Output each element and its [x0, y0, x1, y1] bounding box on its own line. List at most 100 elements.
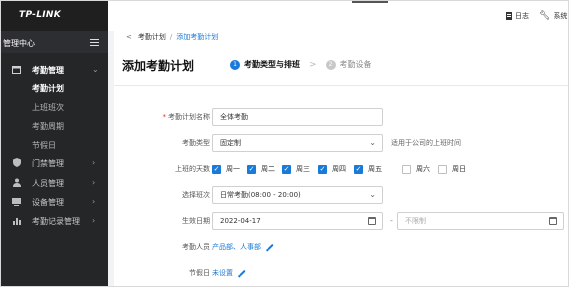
required-marker: *	[162, 113, 167, 121]
step-2-label: 考勤设备	[339, 60, 372, 69]
day-checkbox-fri[interactable]: ✓ 周五	[354, 164, 382, 174]
plan-name-value: 全体考勤	[220, 113, 248, 121]
start-date-input[interactable]: 2022-04-17	[212, 212, 383, 230]
end-date-input[interactable]: 不限制	[397, 212, 564, 230]
breadcrumb-parent[interactable]: 考勤计划	[138, 32, 166, 42]
sidebar-subitem-attendance-cycle[interactable]: 考勤周期	[32, 121, 64, 132]
sidebar-subitem-shifts[interactable]: 上班班次	[32, 102, 64, 113]
holidays-link[interactable]: 未设置	[212, 268, 246, 278]
edit-pencil-icon[interactable]	[267, 243, 274, 251]
sidebar-item-attendance[interactable]: 考勤管理 ⌄	[1, 62, 108, 78]
logo-area: TP-LINK	[1, 1, 108, 31]
effective-date-label: 生效日期	[182, 217, 210, 225]
day-label: 周日	[452, 165, 466, 173]
end-date-placeholder: 不限制	[405, 217, 426, 225]
sidebar-item-devices[interactable]: 设备管理 ›	[1, 194, 108, 210]
shift-select[interactable]: 日常考勤(08:00 - 20:00) ⌄	[212, 186, 383, 204]
breadcrumb-current: 添加考勤计划	[176, 33, 219, 41]
window-handle	[352, 1, 388, 3]
holidays-value: 未设置	[212, 269, 233, 277]
chevron-right-icon: ›	[92, 158, 96, 167]
members-label: 考勤人员	[182, 243, 210, 251]
log-label: 日志	[515, 12, 529, 20]
log-button[interactable]: 日志	[506, 11, 529, 21]
day-label: 周四	[332, 165, 346, 173]
day-checkbox-thu[interactable]: ✓ 周四	[318, 164, 346, 174]
day-checkbox-tue[interactable]: ✓ 周二	[247, 164, 275, 174]
plan-name-input[interactable]: 全体考勤	[212, 108, 383, 126]
wrench-icon: 🔧︎	[539, 10, 551, 21]
members-link[interactable]: 产品部、人事部	[212, 242, 274, 252]
top-bar: 日志 🔧︎ 系统	[108, 1, 568, 31]
shift-value: 日常考勤(08:00 - 20:00)	[220, 191, 301, 199]
day-checkbox-sun[interactable]: 周日	[438, 164, 466, 174]
device-icon	[12, 197, 21, 206]
sidebar-item-label: 设备管理	[32, 198, 64, 207]
divider	[114, 85, 568, 86]
breadcrumb-separator: /	[169, 33, 173, 41]
checkbox-checked-icon: ✓	[318, 164, 327, 174]
start-date-value: 2022-04-17	[220, 217, 261, 225]
calendar-icon[interactable]	[549, 217, 557, 225]
shield-icon	[12, 158, 21, 167]
sidebar-item-label: 人员管理	[32, 179, 64, 188]
sidebar-item-label: 门禁管理	[32, 159, 64, 168]
chevron-right-icon: ›	[92, 216, 96, 225]
chevron-right-icon: ›	[92, 197, 96, 206]
day-checkbox-sat[interactable]: 周六	[402, 164, 430, 174]
system-label: 系统	[553, 12, 568, 20]
checkbox-checked-icon: ✓	[247, 164, 256, 174]
step-1-label: 考勤类型与排班	[244, 60, 300, 69]
chevron-down-icon: ⌄	[369, 190, 376, 199]
checkbox-checked-icon: ✓	[212, 164, 221, 174]
step-1-number: 1	[230, 59, 240, 70]
management-title: 管理中心	[3, 39, 35, 48]
day-label: 周六	[416, 165, 430, 173]
members-value: 产品部、人事部	[212, 243, 261, 251]
breadcrumb: < 考勤计划 / 添加考勤计划	[126, 32, 218, 42]
chart-bars-icon	[12, 216, 21, 225]
person-icon	[12, 178, 21, 187]
checkbox-checked-icon: ✓	[282, 164, 291, 174]
sidebar-item-access-control[interactable]: 门禁管理 ›	[1, 155, 108, 171]
checkbox-unchecked-icon	[402, 164, 411, 174]
calendar-icon	[12, 65, 21, 74]
day-label: 周二	[261, 165, 275, 173]
workdays-label: 上班的天数	[175, 165, 210, 173]
chevron-right-icon: ›	[92, 178, 96, 187]
checkbox-checked-icon: ✓	[354, 164, 363, 174]
sidebar: TP-LINK 管理中心 考勤管理 ⌄ 考勤计划 上班班次 考勤周期 节假日 门…	[1, 1, 108, 286]
date-range-separator: -	[390, 216, 393, 225]
sidebar-subitem-attendance-plan[interactable]: 考勤计划	[32, 83, 64, 94]
attendance-type-select[interactable]: 固定制 ⌄	[212, 134, 383, 152]
sidebar-item-label: 考勤记录管理	[32, 217, 80, 226]
calendar-icon[interactable]	[368, 217, 376, 225]
back-icon[interactable]: <	[126, 33, 132, 41]
day-checkbox-mon[interactable]: ✓ 周一	[212, 164, 240, 174]
system-button[interactable]: 🔧︎ 系统	[539, 11, 567, 21]
sidebar-item-label: 考勤管理	[32, 66, 64, 75]
sidebar-subitem-holidays[interactable]: 节假日	[32, 140, 56, 151]
attendance-type-value: 固定制	[220, 139, 241, 147]
plan-name-label: * 考勤计划名称	[163, 112, 211, 122]
chevron-down-icon: ⌄	[369, 138, 376, 147]
sidebar-item-attendance-records[interactable]: 考勤记录管理 ›	[1, 213, 108, 229]
holidays-label: 节假日	[189, 269, 210, 277]
shift-label: 选择班次	[182, 191, 210, 199]
document-icon	[506, 12, 512, 20]
edit-pencil-icon[interactable]	[239, 269, 246, 277]
management-header: 管理中心	[1, 31, 108, 53]
form-panel: < 考勤计划 / 添加考勤计划 添加考勤计划 1 考勤类型与排班 > 2 考勤设…	[114, 31, 568, 286]
brand-logo: TP-LINK	[19, 10, 62, 20]
checkbox-unchecked-icon	[438, 164, 447, 174]
sidebar-item-personnel[interactable]: 人员管理 ›	[1, 175, 108, 191]
step-indicator: 1 考勤类型与排班 > 2 考勤设备	[230, 59, 372, 70]
attendance-type-hint: 适用于公司的上班时间	[391, 139, 461, 147]
plan-name-label-text: 考勤计划名称	[168, 113, 210, 121]
day-label: 周一	[226, 165, 240, 173]
chevron-right-icon: >	[309, 59, 317, 70]
day-checkbox-wed[interactable]: ✓ 周三	[282, 164, 310, 174]
step-2-number: 2	[325, 59, 336, 70]
page-title: 添加考勤计划	[122, 59, 195, 73]
menu-toggle-icon[interactable]	[90, 39, 99, 46]
